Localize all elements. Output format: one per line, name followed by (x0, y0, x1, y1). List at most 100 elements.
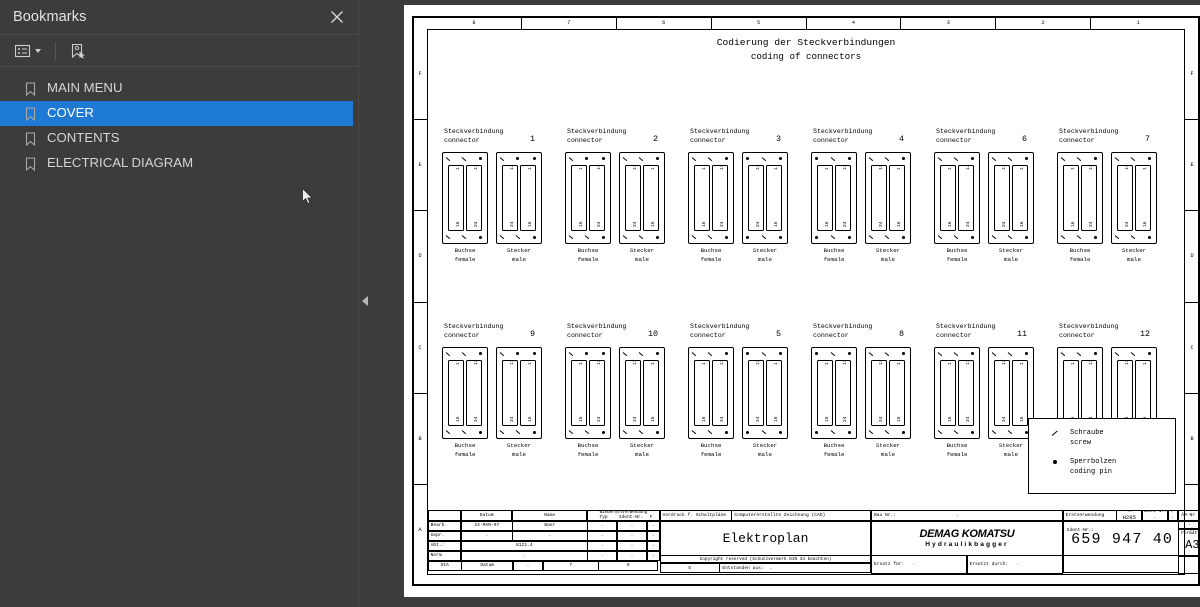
screw-marker-icon (762, 235, 766, 239)
connector-pair: 1 16 17 24 17 24 1 16 (561, 347, 684, 439)
screw-marker-icon (1131, 235, 1135, 239)
document-name: Elektroplan (659, 520, 872, 556)
pin-label: 24 (756, 221, 761, 227)
document-viewer[interactable]: 8 7 6 5 4 3 2 1 F E D C B A F E D C B A … (372, 0, 1200, 607)
screw-marker-icon (762, 430, 766, 434)
contact-half-right: 1 16 (1135, 360, 1151, 426)
ident-nr-box: Ident-Nr.: 659 947 40 (1062, 520, 1179, 556)
male-label-en: male (758, 450, 772, 458)
pin-label: 24 (474, 416, 479, 422)
pin-label: 16 (702, 416, 707, 422)
panel-divider[interactable] (358, 0, 372, 607)
male-label: Stecker male (1111, 247, 1157, 264)
female-label-en: female (823, 450, 845, 458)
bookmark-options-icon[interactable] (13, 39, 43, 63)
connector-labels: Buchse female Stecker male (561, 244, 684, 264)
connector-male-box: 17 24 1 16 (865, 347, 911, 439)
admin-label: Bearb. (427, 520, 462, 531)
screw-marker-icon (708, 430, 712, 434)
screw-marker-icon (938, 352, 942, 356)
screw-marker-icon (500, 235, 504, 239)
pin-label: 16 (1020, 221, 1025, 227)
admin-name: Baer (512, 520, 588, 531)
screw-marker-icon (762, 352, 766, 356)
female-label-en: female (946, 450, 968, 458)
pin-label: 17 (966, 164, 971, 170)
pin-label: 1 (1143, 362, 1148, 365)
pin-label: 16 (1020, 416, 1025, 422)
connector-caption-en: connector (444, 331, 480, 339)
male-label: Stecker male (619, 247, 665, 264)
connector-pair: 1 16 17 24 17 24 1 16 (684, 347, 807, 439)
contact-half-left: 1 16 (571, 165, 587, 231)
pin-label: 24 (597, 416, 602, 422)
connector-contact-block: 17 24 1 16 (748, 359, 782, 426)
admin-ident: . (616, 540, 648, 551)
pin-label: 17 (843, 359, 848, 365)
coding-pin-marker-icon (533, 352, 537, 356)
erstverwendung-row: Erstverwendung Typ H285 Ident-Nr. . F . (1062, 509, 1179, 521)
screw-marker-icon (623, 235, 627, 239)
screw-marker-icon (1131, 157, 1135, 161)
coding-pin-marker-icon (746, 157, 750, 161)
foot-zone: 7 (542, 560, 599, 571)
admin-datum: 24-MAR-97 (461, 520, 513, 531)
coding-pin-marker-icon (902, 235, 906, 239)
screw-marker-icon (462, 430, 466, 434)
screw-marker-icon (831, 352, 835, 356)
admin-row-bearb: Bearb. 24-MAR-97 Baer . . . (427, 520, 660, 531)
pin-label: 1 (1071, 362, 1076, 365)
bookmark-item-main-menu[interactable]: MAIN MENU (0, 76, 353, 101)
connector-male-box: 17 24 1 16 (619, 152, 665, 244)
ersetzt-durch-label: Ersetzt durch: (969, 561, 1009, 567)
connector-labels: Buchse female Stecker male (438, 439, 561, 459)
bookmark-icon (22, 81, 38, 97)
male-label-de: Stecker (506, 247, 532, 254)
ersatz-fuer-label: Ersatz für: (873, 561, 905, 567)
contact-half-left: 1 16 (448, 360, 464, 426)
pin-label: 24 (1089, 221, 1094, 227)
bookmark-item-electrical-diagram[interactable]: ELECTRICAL DIAGRAM (0, 151, 353, 176)
connector-pair: 1 16 17 24 17 24 1 16 (1053, 152, 1176, 244)
pin-label: 16 (948, 416, 953, 422)
sia-label: SIA (427, 560, 462, 571)
pin-label: 1 (456, 167, 461, 170)
zone-label: 1 (1136, 20, 1140, 26)
new-bookmark-icon[interactable] (68, 39, 90, 63)
bookmark-icon (22, 156, 38, 172)
male-label: Stecker male (865, 247, 911, 264)
bookmark-label: CONTENTS (47, 130, 120, 146)
connector-contact-block: 17 24 1 16 (994, 359, 1028, 426)
connector-contact-block: 1 16 17 24 (448, 359, 482, 426)
contact-half-left: 17 24 (625, 359, 641, 426)
contact-half-left: 17 24 (994, 164, 1010, 231)
legend-row-pin: Sperrbolzen coding pin (1029, 448, 1175, 477)
connector-labels: Buchse female Stecker male (930, 244, 1053, 264)
pin-label: 17 (474, 164, 479, 170)
screw-marker-icon (569, 235, 573, 239)
screw-marker-icon (516, 430, 520, 434)
legend-box: Schraube screw Sperrbolzen coding pin (1028, 418, 1176, 494)
screw-marker-icon (446, 430, 450, 434)
pin-label: 16 (897, 416, 902, 422)
bookmark-item-contents[interactable]: CONTENTS (0, 126, 353, 151)
connector-caption-en: connector (936, 331, 972, 339)
pin-label: 24 (720, 416, 725, 422)
connector-caption-en: connector (690, 331, 726, 339)
collapse-left-arrow-icon[interactable] (362, 296, 368, 306)
coding-pin-marker-icon (516, 352, 520, 356)
zone-label: 6 (617, 17, 712, 29)
pin-label: 17 (879, 359, 884, 365)
toolbar-separator (55, 41, 56, 60)
pin-label: 24 (966, 416, 971, 422)
drawing-sheet: 8 7 6 5 4 3 2 1 F E D C B A F E D C B A … (412, 16, 1200, 586)
coding-pin-marker-icon (971, 235, 975, 239)
format-row: Format A3 Blatt/Blätter 39/ . (1178, 528, 1200, 556)
bookmark-item-cover[interactable]: COVER (0, 101, 353, 126)
connector-caption-en: connector (690, 136, 726, 144)
male-label-en: male (758, 255, 772, 263)
pin-label: 24 (1002, 416, 1007, 422)
connector-labels: Buchse female Stecker male (807, 244, 930, 264)
pin-label: 17 (756, 359, 761, 365)
close-icon[interactable] (326, 6, 348, 28)
